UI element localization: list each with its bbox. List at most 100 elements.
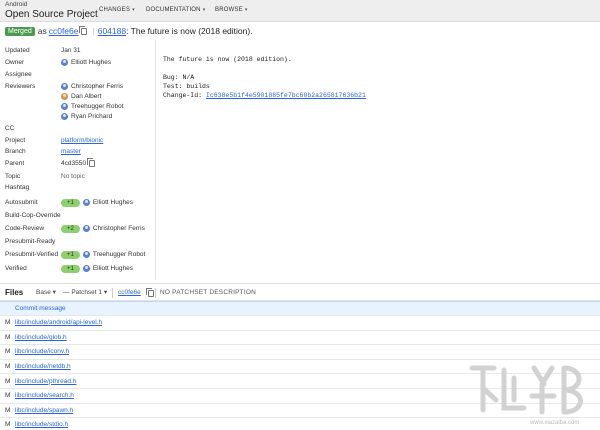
change-title-row: Merged as cc0fe6e | 604188 : The future … [5,25,253,37]
vote-chip: +1 [61,198,80,207]
build-cop-label: Build-Cop-Override [5,212,61,219]
commit-bug-line: Bug: N/A [163,74,195,81]
file-row[interactable]: M libc/include/glob.h [0,331,600,346]
project-label: Project [5,137,26,144]
nav-changes-label: CHANGES [99,7,131,13]
file-status: M [5,333,11,341]
status-badge: Merged [5,26,35,36]
patchset-select[interactable]: — Patchset 1 ▾ [63,288,107,296]
chevron-down-icon: ▾ [103,289,108,296]
branch-label: Branch [5,148,26,155]
voter-name: Elliott Hughes [92,265,133,272]
vote-chip: +2 [61,224,80,233]
files-toolbar: Files Base ▾ — Patchset 1 ▾ cc0fe6e NO P… [0,283,600,301]
code-review-vote[interactable]: +2 Christopher Ferris [61,224,145,233]
vote-chip: +1 [61,264,80,273]
file-status: M [5,377,11,385]
avatar [82,265,90,272]
file-path-link[interactable]: libc/include/netdb.h [15,363,71,370]
patchset-commit-link[interactable]: cc0fe6e [118,289,141,296]
file-row[interactable]: M libc/include/android/api-level.h [0,316,600,331]
reviewer-3[interactable]: Treehugger Robot [61,103,124,110]
avatar [61,59,68,66]
avatar [82,199,90,206]
nav-browse-label: BROWSE [215,7,243,13]
verified-vote[interactable]: +1 Elliott Hughes [61,264,133,273]
commit-message-row[interactable]: Commit message [0,301,600,316]
title-divider: | [92,26,95,36]
avatar [61,83,68,90]
copy-icon[interactable] [78,25,87,35]
change-info-panel: Updated Jan 31 Owner Elliott Hughes Assi… [0,40,155,280]
change-id-link[interactable]: Ic638e5b1f4e5901885fe7bc60b2a265817636b2… [206,92,366,99]
file-path-link[interactable]: libc/include/android/api-level.h [15,319,102,326]
file-status: M [5,348,11,356]
nav-documentation[interactable]: DOCUMENTATION ▾ [146,7,205,13]
file-path-link[interactable]: libc/include/pthread.h [15,378,76,385]
file-path-link[interactable]: libc/include/spawn.h [15,407,73,414]
updated-label: Updated [5,47,30,54]
assignee-label: Assignee [5,71,32,78]
nav-browse[interactable]: BROWSE ▾ [215,7,248,13]
file-path-link[interactable]: libc/include/search.h [15,392,74,399]
voter-name: Christopher Ferris [92,225,145,232]
avatar [82,251,90,258]
patchset-select-label: Patchset 1 [71,289,103,296]
reviewer-name: Ryan Prichard [71,113,113,120]
reviewer-4[interactable]: Ryan Prichard [61,113,112,120]
file-path-link[interactable]: libc/include/glob.h [15,334,67,341]
copy-icon[interactable] [86,158,95,167]
copy-icon[interactable] [146,288,154,297]
avatar [61,93,68,100]
reviewer-name: Christopher Ferris [71,83,124,90]
parent-value: 4cd3550 [61,158,98,167]
file-status: M [5,319,11,327]
file-status: M [5,406,11,414]
change-number-link[interactable]: 604188 [98,26,126,36]
file-row[interactable]: M libc/include/iconv.h [0,345,600,360]
project-link[interactable]: platform/bionic [61,137,103,144]
patchset-description: NO PATCHSET DESCRIPTION [160,288,256,296]
chevron-down-icon: ▾ [244,7,248,13]
as-label: as [37,26,47,36]
reviewers-label: Reviewers [5,83,36,90]
owner-name: Elliott Hughes [71,59,112,66]
base-select[interactable]: Base ▾ [36,288,56,296]
top-header: Android Open Source Project CHANGES ▾ DOC… [0,0,600,22]
voter-name: Treehugger Robot [92,251,146,258]
brand-title: Open Source Project [5,8,98,20]
autosubmit-vote[interactable]: +1 Elliott Hughes [61,198,133,207]
chevron-down-icon: ▾ [202,7,206,13]
nav-documentation-label: DOCUMENTATION [146,7,201,13]
reviewer-1[interactable]: Christopher Ferris [61,83,123,90]
panel-divider [155,40,156,280]
owner-value[interactable]: Elliott Hughes [61,59,111,66]
toolbar-divider [155,288,156,298]
parent-hash: 4cd3550 [61,160,86,167]
toolbar-divider [112,288,113,298]
topic-value[interactable]: No topic [61,173,85,180]
file-path-link[interactable]: libc/include/stdio.h [15,421,68,428]
file-status: M [5,421,11,429]
parent-label: Parent [5,160,25,167]
branch-link[interactable]: master [61,148,81,155]
file-status: M [5,392,11,400]
commit-message-link[interactable]: Commit message [15,305,66,312]
watermark-url: www.xiazaiba.com [530,420,580,426]
commit-test-line: Test: builds [163,83,210,90]
site-brand[interactable]: Android Open Source Project [5,1,98,20]
chevron-down-icon: ▾ [52,289,56,296]
hashtag-label: Hashtag [5,184,30,191]
voter-name: Elliott Hughes [92,199,133,206]
updated-value: Jan 31 [61,47,81,54]
reviewer-2[interactable]: Dan Albert [61,93,101,100]
commit-link[interactable]: cc0fe6e [49,26,79,36]
file-path-link[interactable]: libc/include/iconv.h [15,348,69,355]
avatar [61,103,68,110]
presubmit-verified-vote[interactable]: +1 Treehugger Robot [61,250,146,259]
owner-label: Owner [5,59,25,66]
code-review-label: Code-Review [5,225,45,232]
nav-changes[interactable]: CHANGES ▾ [99,7,135,13]
reviewer-name: Treehugger Robot [71,103,124,110]
files-title: Files [5,287,24,297]
